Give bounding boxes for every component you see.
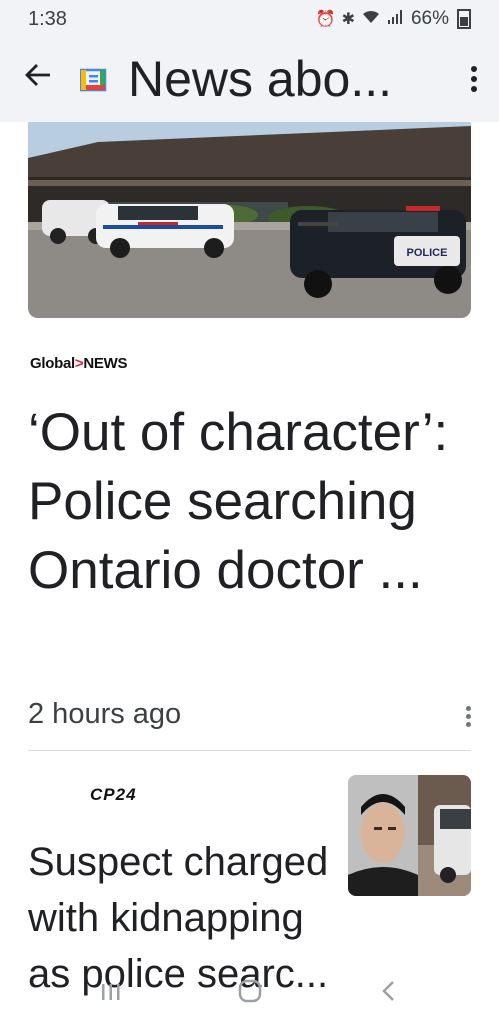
source-logo-cp24[interactable]: CP24 — [90, 785, 137, 805]
signal-icon — [387, 9, 405, 30]
google-news-logo-icon — [79, 66, 108, 92]
status-bar: 1:38 ⏰ ✱ 66% — [0, 0, 499, 38]
divider — [28, 750, 471, 751]
alarm-icon: ⏰ — [315, 11, 336, 28]
back-arrow-icon[interactable] — [24, 60, 52, 97]
article-headline[interactable]: ‘Out of character’: Police searching Ont… — [28, 398, 478, 605]
wifi-icon — [361, 9, 381, 30]
status-time: 1:38 — [28, 8, 67, 30]
recent-apps-icon[interactable] — [100, 978, 122, 1010]
back-nav-icon[interactable] — [380, 978, 396, 1010]
page-title: News abo... — [128, 51, 393, 107]
article-hero-image[interactable]: POLICE — [28, 122, 471, 318]
source-logo-global-news[interactable]: Global>NEWS — [30, 355, 127, 372]
status-icons: ⏰ ✱ 66% — [316, 8, 471, 30]
source-name: Global — [30, 355, 75, 372]
app-bar: News abo... — [0, 38, 499, 122]
article-more-options-icon[interactable] — [466, 706, 471, 730]
bluetooth-icon: ✱ — [341, 11, 355, 28]
home-icon[interactable] — [238, 978, 262, 1010]
overflow-menu-icon[interactable] — [471, 66, 477, 96]
source-name-2: NEWS — [83, 355, 128, 372]
article-timestamp: 2 hours ago — [28, 698, 182, 730]
system-nav-bar — [0, 968, 499, 1024]
battery-percent: 66% — [410, 8, 449, 29]
article-thumbnail[interactable] — [348, 775, 471, 896]
police-label: POLICE — [407, 247, 448, 259]
battery-icon — [457, 9, 471, 29]
